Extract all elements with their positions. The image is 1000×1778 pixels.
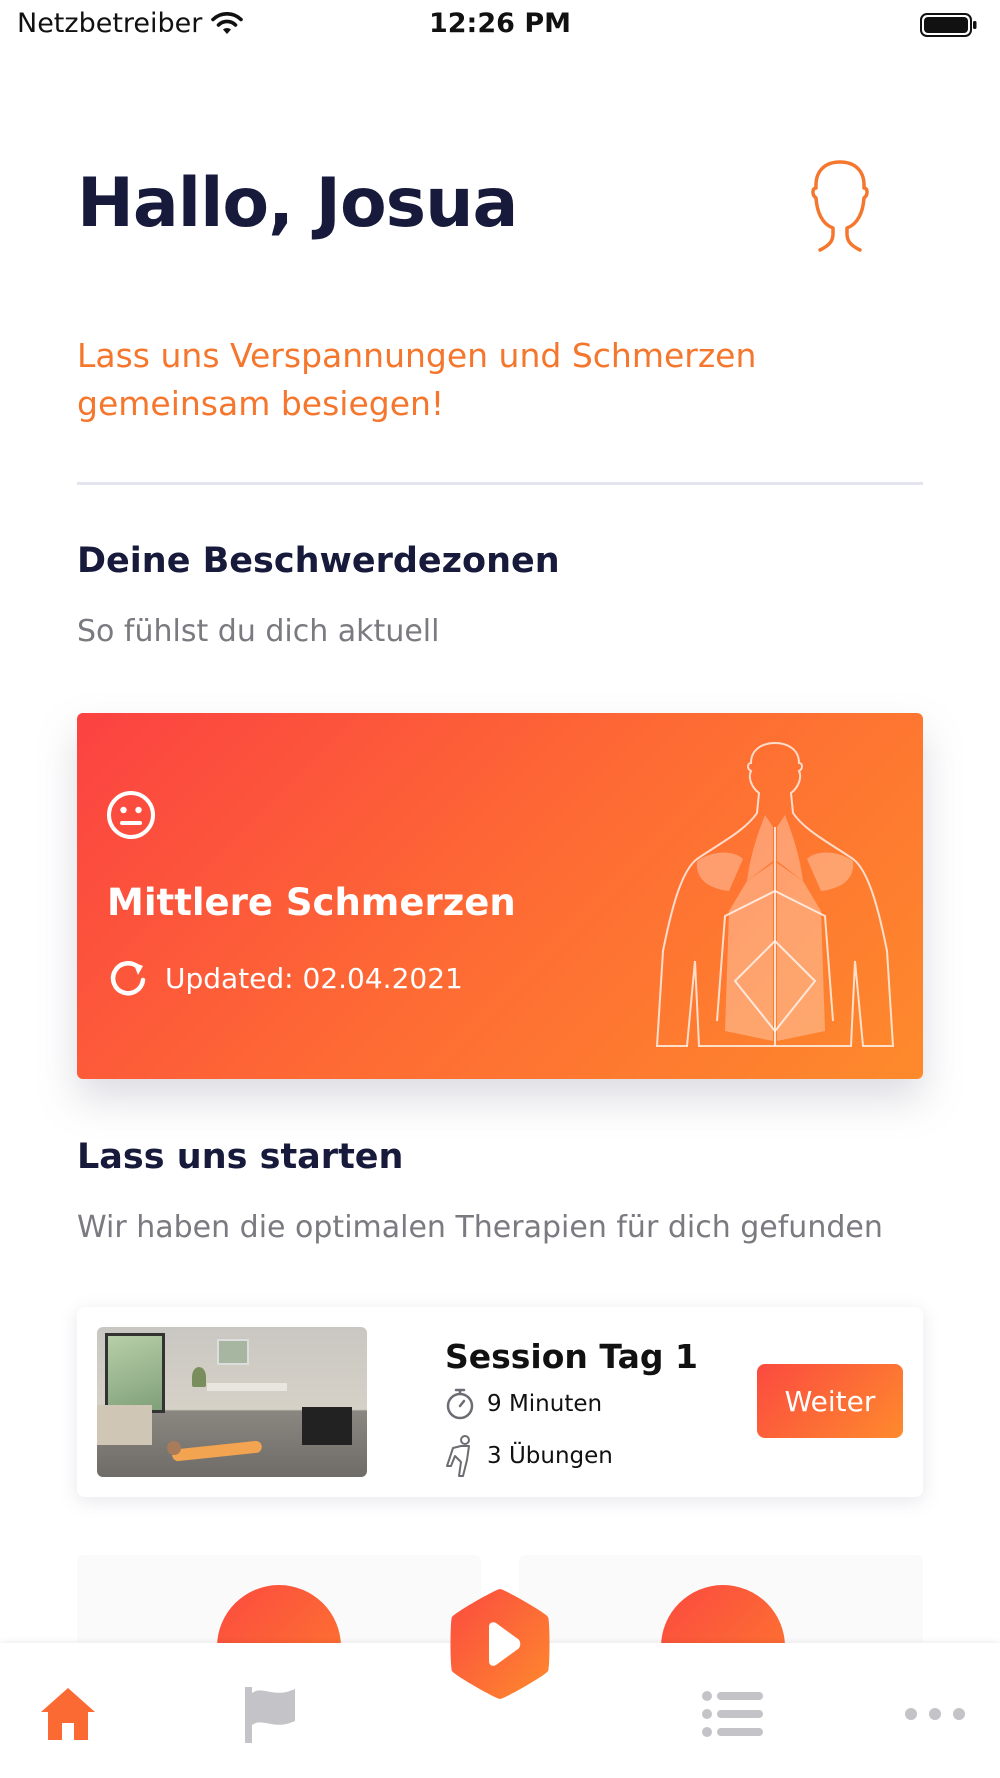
tab-list[interactable] <box>698 1679 768 1749</box>
person-outline-icon[interactable] <box>800 158 880 254</box>
neutral-face-icon <box>107 791 155 839</box>
clock: 12:26 PM <box>428 8 571 39</box>
start-title: Lass uns starten <box>77 1137 404 1177</box>
status-bar: Netzbetreiber 12:26 PM <box>0 0 1000 50</box>
session-card[interactable]: Session Tag 1 9 Minuten 3 Übungen Weiter <box>77 1307 923 1497</box>
tab-more[interactable] <box>900 1679 970 1749</box>
pain-level-label: Mittlere Schmerzen <box>107 881 516 924</box>
more-icon <box>905 1708 965 1720</box>
session-duration: 9 Minuten <box>487 1391 603 1417</box>
divider <box>77 482 923 485</box>
pain-updated-label: Updated: 02.04.2021 <box>165 961 463 995</box>
session-duration-row: 9 Minuten <box>445 1387 602 1421</box>
session-exercises-row: 3 Übungen <box>445 1434 613 1478</box>
home-icon <box>41 1688 95 1740</box>
tagline: Lass uns Verspannungen und Schmerzen gem… <box>77 336 757 423</box>
start-subtitle: Wir haben die optimalen Therapien für di… <box>77 1210 883 1245</box>
refresh-icon <box>110 961 146 996</box>
session-title: Session Tag 1 <box>445 1337 698 1376</box>
flag-icon <box>245 1687 295 1743</box>
list-icon <box>702 1691 763 1737</box>
session-thumbnail <box>97 1327 367 1477</box>
tab-home[interactable] <box>33 1679 103 1749</box>
stretch-figure-icon <box>446 1435 470 1477</box>
pain-updated-row: Updated: 02.04.2021 <box>107 958 463 998</box>
pain-status-card[interactable]: Mittlere Schmerzen Updated: 02.04.2021 <box>77 713 923 1079</box>
battery-icon <box>920 13 977 37</box>
zones-subtitle: So fühlst du dich aktuell <box>77 614 440 649</box>
play-icon[interactable] <box>446 1585 554 1703</box>
stopwatch-icon <box>446 1388 474 1420</box>
continue-button[interactable]: Weiter <box>757 1364 903 1438</box>
session-exercises: 3 Übungen <box>487 1443 613 1469</box>
tab-goals[interactable] <box>234 1679 304 1749</box>
zones-title: Deine Beschwerdezonen <box>77 541 560 581</box>
greeting-title: Hallo, Josua <box>77 164 518 243</box>
back-body-icon <box>655 741 895 1047</box>
